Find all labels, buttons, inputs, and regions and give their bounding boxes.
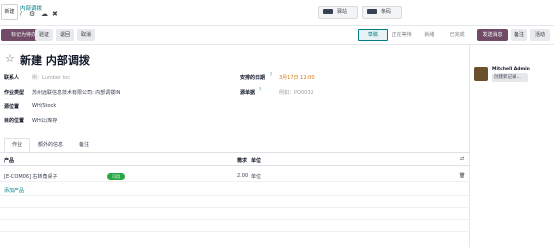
dest-location-input[interactable]: WH公/库存 <box>32 117 57 124</box>
tab-note[interactable]: 备注 <box>71 138 97 152</box>
new-button[interactable]: 新建 <box>1 4 18 20</box>
chip-icon <box>323 9 333 14</box>
source-doc-input[interactable]: 例如：PO0032 <box>279 89 314 96</box>
empty-row-divider <box>0 207 470 208</box>
chip-label: 条码 <box>381 9 392 15</box>
op-type-input[interactable]: 苏州远联信息技术有限公司: 内部调拨IN <box>32 89 121 96</box>
scheduled-date-label: 安排的日期 <box>240 75 266 81</box>
chip-label: 驿站 <box>337 9 348 15</box>
status-draft[interactable]: 草稿 <box>358 29 388 41</box>
empty-row-divider <box>0 195 470 196</box>
empty-row-divider <box>0 219 470 220</box>
send-message-button[interactable]: 发送消息 <box>477 29 508 41</box>
tab-extra-info[interactable]: 额外的信息 <box>30 138 71 152</box>
star-icon[interactable]: ☆ <box>5 52 15 65</box>
col-unit[interactable]: 单位 <box>251 157 261 164</box>
action-bar: 标记为待办 验证 退回 取消 草稿 正在等待 就绪 已完成 发送消息 备注 活动 <box>0 26 554 45</box>
product-cell[interactable]: [E-COM06] 右转角桌子 <box>4 173 58 180</box>
status-ready[interactable]: 就绪 <box>416 29 444 41</box>
save-cloud-icon[interactable]: ☁ <box>41 10 48 18</box>
col-demand[interactable]: 需求 <box>237 157 247 164</box>
status-bar: 草稿 正在等待 就绪 已完成 <box>358 29 471 41</box>
message-author: Mitchell Admin <box>492 67 530 72</box>
help-icon[interactable]: ? <box>270 72 272 77</box>
avatar <box>474 67 488 81</box>
source-location-input[interactable]: WH/Stock <box>32 103 56 109</box>
activity-button[interactable]: 活动 <box>530 29 550 41</box>
top-bar: 新建 内部调拨 / ⚙ ☁ ✖ 驿站 条码 <box>0 0 554 26</box>
column-settings-icon[interactable]: ⇄ <box>460 156 464 162</box>
trash-icon[interactable]: 🗑 <box>459 173 465 179</box>
demand-cell[interactable]: 2.00 <box>237 173 248 179</box>
scheduled-date-input[interactable]: 3月17日 12:00 <box>279 74 315 81</box>
empty-row-divider <box>0 231 470 232</box>
col-product[interactable]: 产品 <box>4 157 14 164</box>
gear-icon[interactable]: ⚙ <box>29 10 35 18</box>
table-row[interactable]: [E-COM06] 右转角桌子 可用 2.00 单位 🗑 <box>0 171 470 182</box>
unit-cell[interactable]: 单位 <box>251 173 261 180</box>
page-title: 新建 内部调拨 <box>20 54 90 67</box>
cancel-button[interactable]: 取消 <box>77 29 95 41</box>
status-done[interactable]: 已完成 <box>443 29 471 41</box>
breadcrumb-current: / <box>20 11 22 17</box>
barcode-chip[interactable]: 条码 <box>362 6 402 19</box>
add-product-link[interactable]: 添加产品 <box>4 187 24 194</box>
barcode-icon <box>367 9 377 14</box>
note-button[interactable]: 备注 <box>511 29 527 41</box>
tab-operations[interactable]: 作业 <box>4 138 31 152</box>
return-button[interactable]: 退回 <box>56 29 74 41</box>
help-icon[interactable]: ? <box>259 87 261 92</box>
contact-label: 联系人 <box>4 75 20 81</box>
status-waiting[interactable]: 正在等待 <box>388 29 416 41</box>
source-location-label: 源位置 <box>4 104 20 110</box>
dest-location-label: 目的位置 <box>4 118 25 124</box>
station-chip[interactable]: 驿站 <box>318 6 358 19</box>
form-sheet: ☆ 新建 内部调拨 联系人 例：Lumber Inc 作业类型 苏州远联信息技术… <box>0 45 470 247</box>
discard-icon[interactable]: ✖ <box>52 10 58 18</box>
source-doc-label: 源单据 <box>240 90 256 96</box>
validate-button[interactable]: 验证 <box>35 29 53 41</box>
notebook-tabs: 作业 额外的信息 备注 <box>4 138 97 152</box>
tab-divider <box>0 152 470 153</box>
table-header: 产品 需求 单位 ⇄ <box>0 156 470 166</box>
contact-input[interactable]: 例：Lumber Inc <box>32 74 70 81</box>
op-type-label: 作业类型 <box>4 90 25 96</box>
message-body: 创建新记录... <box>492 73 528 82</box>
availability-badge: 可用 <box>107 173 125 180</box>
